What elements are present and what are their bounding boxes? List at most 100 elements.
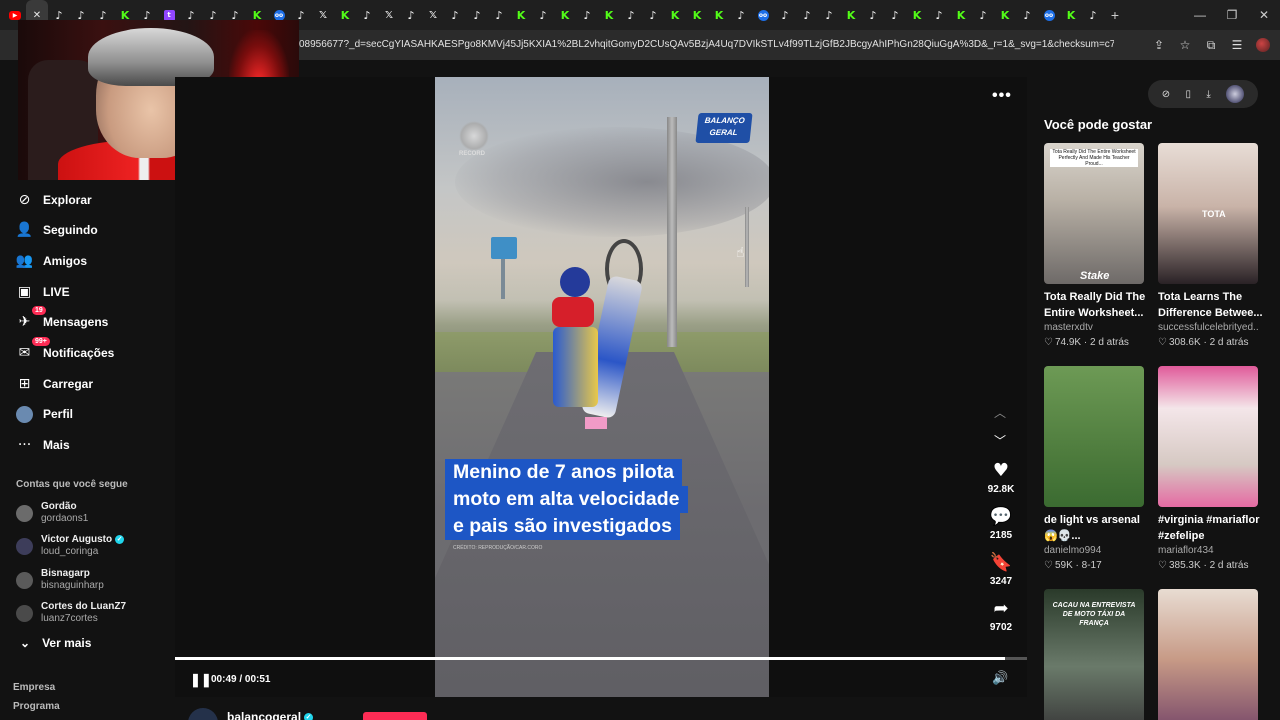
card-thumbnail[interactable]	[1044, 366, 1144, 507]
browser-tab[interactable]: ♪	[466, 0, 488, 30]
install-app-icon[interactable]: ⇪	[1152, 38, 1166, 52]
menu-icon[interactable]: ☰	[1230, 38, 1244, 52]
sidebar-item-seguindo[interactable]: 👤 Seguindo	[16, 218, 98, 242]
download-icon[interactable]: ⤓	[1206, 89, 1210, 100]
sidebar-item-amigos[interactable]: 👥 Amigos	[16, 249, 87, 273]
sidebar-item-carregar[interactable]: ⊞ Carregar	[16, 372, 93, 396]
browser-tab[interactable]: oo	[1038, 0, 1060, 30]
video-progress-bar[interactable]	[175, 657, 1027, 660]
bookmark-star-icon[interactable]: ☆	[1178, 38, 1192, 52]
extensions-icon[interactable]: ⧉	[1204, 38, 1218, 53]
card-thumbnail[interactable]	[1158, 589, 1258, 720]
footer-link-programa[interactable]: Programa	[13, 701, 60, 712]
browser-tab[interactable]: ♪	[1016, 0, 1038, 30]
browser-tab[interactable]: ♪	[532, 0, 554, 30]
browser-tab[interactable]: K	[950, 0, 972, 30]
browser-tab[interactable]: ♪	[1082, 0, 1104, 30]
browser-tab[interactable]: ♪	[796, 0, 818, 30]
recommendation-card[interactable]: de light vs arsenal 😱💀... danielmo994 ♡ 59K…	[1044, 366, 1144, 571]
following-account[interactable]: Cortes do LuanZ7 luanz7cortes	[16, 601, 126, 625]
browser-tab[interactable]: ♪	[444, 0, 466, 30]
following-account[interactable]: Gordão gordaons1	[16, 501, 88, 525]
sidebar-item-mensagens[interactable]: ✈ Mensagens 19	[16, 306, 108, 334]
save-action[interactable]: 🔖 3247	[982, 552, 1020, 587]
browser-tab[interactable]: ♪	[774, 0, 796, 30]
follow-button[interactable]	[363, 712, 427, 720]
browser-tab[interactable]: K	[510, 0, 532, 30]
author-username[interactable]: balancogeral ✓	[227, 710, 314, 720]
browser-tab[interactable]: K	[554, 0, 576, 30]
browser-tab[interactable]: oo	[752, 0, 774, 30]
card-thumbnail[interactable]	[1158, 366, 1258, 507]
comment-action[interactable]: 💬 2185	[982, 506, 1020, 541]
new-tab-button[interactable]: +	[1104, 7, 1126, 23]
card-title[interactable]: Tota Really Did The Entire Worksheet...	[1044, 289, 1149, 321]
browser-tab[interactable]: K	[906, 0, 928, 30]
like-action[interactable]: ♥ 92.8K	[982, 460, 1020, 495]
sidebar-item-notificacoes[interactable]: ✉ Notificações 99+	[16, 337, 114, 365]
browser-tab[interactable]: ♪	[642, 0, 664, 30]
card-thumbnail[interactable]: Tota Really Did The Entire Worksheet Per…	[1044, 143, 1144, 284]
recommendation-card[interactable]	[1158, 589, 1258, 720]
video-player[interactable]: RECORD BALANÇO GERAL Menino de 7 anos pi…	[435, 77, 769, 697]
speed-icon[interactable]: ⊘	[1162, 89, 1170, 100]
account-text: Victor Augusto ✓ loud_coringa	[41, 534, 125, 558]
card-title[interactable]: de light vs arsenal 😱💀...	[1044, 512, 1149, 544]
sidebar-item-live[interactable]: ▣ LIVE	[16, 280, 70, 304]
browser-tab[interactable]: K	[708, 0, 730, 30]
maximize-button[interactable]: ❐	[1216, 0, 1248, 30]
browser-tab[interactable]: ♪	[730, 0, 752, 30]
browser-tab[interactable]: K	[686, 0, 708, 30]
browser-tab[interactable]: ♪	[928, 0, 950, 30]
volume-icon[interactable]: 🔊	[992, 671, 1008, 686]
sidebar-item-explorar[interactable]: ⊘ Explorar	[16, 188, 92, 212]
browser-tab[interactable]: ♪	[862, 0, 884, 30]
user-avatar[interactable]	[1226, 85, 1245, 103]
card-thumbnail[interactable]: CACAU NA ENTREVISTA DE MOTO TÁXI DA FRAN…	[1044, 589, 1144, 720]
previous-video-icon[interactable]: ︿	[994, 404, 1006, 421]
card-title[interactable]: #virginia #mariaflor #zefelipe	[1158, 512, 1263, 544]
url-field[interactable]: 08956677?_d=secCgYIASAHKAESPgo8KMVj45Jj5…	[299, 30, 1114, 60]
browser-tab[interactable]: K	[664, 0, 686, 30]
browser-tab[interactable]: ♪	[972, 0, 994, 30]
sidebar-item-mais[interactable]: ··· Mais	[16, 433, 70, 457]
recommendation-card[interactable]: #virginia #mariaflor #zefelipe mariaflor4…	[1158, 366, 1260, 571]
browser-tab[interactable]: ♪	[400, 0, 422, 30]
browser-tab[interactable]: ♪	[620, 0, 642, 30]
card-author[interactable]: masterxdtv	[1044, 322, 1144, 333]
card-author[interactable]: danielmo994	[1044, 545, 1144, 556]
recommendation-card[interactable]: CACAU NA ENTREVISTA DE MOTO TÁXI DA FRAN…	[1044, 589, 1144, 720]
browser-tab[interactable]: K	[840, 0, 862, 30]
following-account[interactable]: Victor Augusto ✓ loud_coringa	[16, 534, 125, 558]
phone-icon[interactable]: ▯	[1186, 89, 1192, 100]
sidebar-item-perfil[interactable]: ● Perfil	[16, 402, 73, 426]
browser-tab[interactable]: ♪	[356, 0, 378, 30]
share-action[interactable]: ➦ 9702	[982, 598, 1020, 633]
browser-tab[interactable]: 𝕏	[422, 0, 444, 30]
card-thumbnail[interactable]: TOTA	[1158, 143, 1258, 284]
following-account[interactable]: Bisnagarp bisnaguinharp	[16, 568, 104, 592]
see-more-button[interactable]: ⌄ Ver mais	[20, 636, 91, 650]
browser-tab[interactable]: 𝕏	[378, 0, 400, 30]
browser-tab[interactable]: 𝕏	[312, 0, 334, 30]
close-window-button[interactable]: ✕	[1248, 0, 1280, 30]
recommendation-card[interactable]: TOTA Tota Learns The Difference Betwee...…	[1158, 143, 1263, 348]
browser-tab[interactable]: K	[334, 0, 356, 30]
recommendation-card[interactable]: Tota Really Did The Entire Worksheet Per…	[1044, 143, 1145, 348]
browser-tab[interactable]: K	[1060, 0, 1082, 30]
browser-tab[interactable]: ♪	[818, 0, 840, 30]
card-author[interactable]: successfulcelebrityed...	[1158, 322, 1258, 333]
browser-tab[interactable]: ♪	[884, 0, 906, 30]
footer-link-empresa[interactable]: Empresa	[13, 682, 55, 693]
browser-tab[interactable]: K	[598, 0, 620, 30]
minimize-button[interactable]: —	[1184, 0, 1216, 30]
pause-icon[interactable]: ❚❚	[190, 672, 212, 688]
more-options-icon[interactable]: •••	[992, 87, 1012, 105]
next-video-icon[interactable]: ﹀	[994, 432, 1006, 449]
browser-tab[interactable]: ♪	[576, 0, 598, 30]
card-author[interactable]: mariaflor434	[1158, 545, 1258, 556]
card-title[interactable]: Tota Learns The Difference Betwee...	[1158, 289, 1263, 321]
browser-tab[interactable]: K	[994, 0, 1016, 30]
browser-tab[interactable]: ♪	[488, 0, 510, 30]
browser-profile-avatar[interactable]	[1256, 38, 1270, 52]
